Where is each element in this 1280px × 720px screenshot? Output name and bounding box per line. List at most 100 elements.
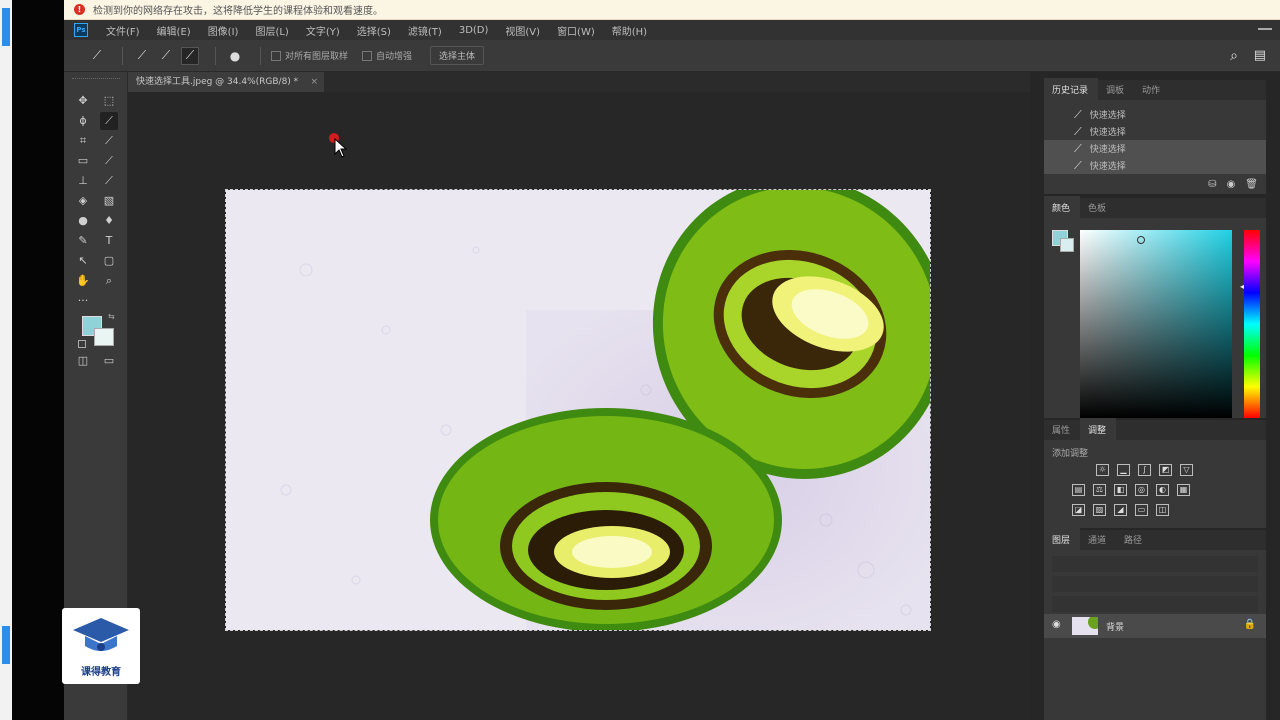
- lock-icon[interactable]: 🔒: [1244, 619, 1256, 630]
- lock-row[interactable]: [1052, 596, 1258, 612]
- search-icon[interactable]: ⌕: [1230, 48, 1238, 64]
- tab-history[interactable]: 历史记录: [1044, 78, 1099, 100]
- add-to-selection-icon[interactable]: ⟋: [157, 47, 175, 65]
- layer-filter-row[interactable]: [1052, 556, 1258, 572]
- selective-color-icon[interactable]: ◫: [1156, 504, 1169, 516]
- stamp-tool-icon[interactable]: ⊥: [74, 172, 92, 190]
- menu-edit[interactable]: 编辑(E): [157, 23, 191, 38]
- tab-presets[interactable]: 调板: [1098, 83, 1134, 100]
- pen-tool-icon[interactable]: ✎: [74, 232, 92, 250]
- tab-properties[interactable]: 属性: [1044, 423, 1080, 440]
- menu-view[interactable]: 视图(V): [505, 23, 540, 38]
- vibrance-icon[interactable]: ▽: [1180, 464, 1193, 476]
- menu-image[interactable]: 图像(I): [208, 23, 239, 38]
- brush-tool-icon[interactable]: ⟋: [100, 152, 118, 170]
- color-balance-icon[interactable]: ⚖: [1093, 484, 1106, 496]
- panel-grip[interactable]: [72, 78, 120, 84]
- exposure-icon[interactable]: ◩: [1159, 464, 1172, 476]
- new-document-from-state-icon[interactable]: ⛁: [1208, 179, 1216, 190]
- quick-selection-tool-icon[interactable]: ⟋: [100, 112, 118, 130]
- menu-help[interactable]: 帮助(H): [612, 23, 647, 38]
- more-tools-icon[interactable]: ···: [74, 292, 92, 310]
- hue-slider-handle[interactable]: ◂: [1240, 282, 1244, 291]
- menu-layer[interactable]: 图层(L): [255, 23, 288, 38]
- channel-mixer-icon[interactable]: ◐: [1156, 484, 1169, 496]
- tab-color[interactable]: 颜色: [1044, 196, 1081, 218]
- history-brush-tool-icon[interactable]: ⟋: [100, 172, 118, 190]
- background-color-chip[interactable]: [1060, 238, 1074, 252]
- workspace-icon[interactable]: ▤: [1254, 48, 1266, 63]
- history-step[interactable]: ⟋ 快速选择: [1044, 140, 1266, 157]
- eyedropper-tool-icon[interactable]: ⟋: [100, 132, 118, 150]
- menu-filter[interactable]: 滤镜(T): [408, 23, 442, 38]
- document-tab[interactable]: 快速选择工具.jpeg @ 34.4%(RGB/8) * ×: [128, 72, 324, 92]
- gradient-tool-icon[interactable]: ▧: [100, 192, 118, 210]
- tab-layers[interactable]: 图层: [1044, 528, 1081, 550]
- default-colors-icon[interactable]: [78, 340, 86, 348]
- snapshot-icon[interactable]: ◉: [1227, 179, 1236, 190]
- tab-swatches[interactable]: 色板: [1080, 201, 1116, 218]
- tab-adjustments[interactable]: 调整: [1080, 418, 1117, 440]
- hue-slider[interactable]: [1244, 230, 1260, 418]
- brush-size-icon[interactable]: ●: [226, 47, 244, 65]
- threshold-icon[interactable]: ◢: [1114, 504, 1127, 516]
- blur-tool-icon[interactable]: ●: [74, 212, 92, 230]
- subtract-from-selection-icon[interactable]: ⟋: [181, 46, 199, 65]
- menu-3d[interactable]: 3D(D): [459, 25, 489, 36]
- menu-type[interactable]: 文字(Y): [306, 23, 340, 38]
- color-picker-handle[interactable]: [1137, 236, 1145, 244]
- alert-icon: !: [74, 4, 85, 15]
- zoom-tool-icon[interactable]: ⌕: [100, 272, 118, 290]
- menu-window[interactable]: 窗口(W): [557, 23, 595, 38]
- blend-mode-row[interactable]: [1052, 576, 1258, 592]
- photo-filter-icon[interactable]: ◎: [1135, 484, 1148, 496]
- swap-colors-icon[interactable]: ⇆: [108, 312, 115, 321]
- gradient-map-icon[interactable]: ▭: [1135, 504, 1148, 516]
- tab-actions[interactable]: 动作: [1134, 83, 1170, 100]
- crop-tool-icon[interactable]: ⌗: [74, 132, 92, 150]
- saturation-brightness-field[interactable]: [1080, 230, 1232, 418]
- menu-file[interactable]: 文件(F): [106, 23, 140, 38]
- taskbar-highlight[interactable]: [2, 8, 10, 46]
- lasso-tool-icon[interactable]: ϕ: [74, 112, 92, 130]
- dodge-tool-icon[interactable]: ♦: [100, 212, 118, 230]
- marquee-tool-icon[interactable]: ⬚: [100, 92, 118, 110]
- visibility-eye-icon[interactable]: ◉: [1052, 619, 1061, 630]
- taskbar-highlight[interactable]: [2, 626, 10, 664]
- history-step[interactable]: ⟋ 快速选择: [1044, 157, 1266, 174]
- screen-mode-icon[interactable]: ▭: [100, 352, 118, 370]
- tab-paths[interactable]: 路径: [1116, 533, 1152, 550]
- trash-icon[interactable]: 🗑: [1245, 179, 1258, 190]
- black-white-icon[interactable]: ◧: [1114, 484, 1127, 496]
- color-lookup-icon[interactable]: ▦: [1177, 484, 1190, 496]
- sample-all-layers-checkbox[interactable]: [271, 50, 281, 61]
- layer-row[interactable]: ◉ 背景 🔒: [1044, 614, 1266, 638]
- close-icon[interactable]: ×: [310, 72, 318, 92]
- levels-icon[interactable]: ▁: [1117, 464, 1130, 476]
- frame-tool-icon[interactable]: ▭: [74, 152, 92, 170]
- path-selection-tool-icon[interactable]: ↖: [74, 252, 92, 270]
- desktop-left-strip: [0, 0, 12, 720]
- tab-channels[interactable]: 通道: [1080, 533, 1116, 550]
- curves-icon[interactable]: ∫: [1138, 464, 1151, 476]
- hand-tool-icon[interactable]: ✋: [74, 272, 92, 290]
- posterize-icon[interactable]: ▨: [1093, 504, 1106, 516]
- menu-select[interactable]: 选择(S): [357, 23, 391, 38]
- kiwi-photo-canvas[interactable]: [225, 189, 931, 631]
- canvas-area[interactable]: [128, 92, 1030, 720]
- history-step[interactable]: ⟋ 快速选择: [1044, 123, 1266, 140]
- select-subject-button[interactable]: 选择主体: [430, 46, 485, 65]
- eraser-tool-icon[interactable]: ◈: [74, 192, 92, 210]
- auto-enhance-checkbox[interactable]: [362, 50, 373, 61]
- hue-saturation-icon[interactable]: ▤: [1072, 484, 1085, 496]
- shape-tool-icon[interactable]: ▢: [100, 252, 118, 270]
- type-tool-icon[interactable]: T: [100, 232, 118, 250]
- move-tool-icon[interactable]: ✥: [74, 92, 92, 110]
- invert-icon[interactable]: ◪: [1072, 504, 1085, 516]
- quick-selection-preset-icon[interactable]: ⟋: [88, 47, 106, 65]
- quick-mask-icon[interactable]: ◫: [74, 352, 92, 370]
- history-step[interactable]: ⟋ 快速选择: [1044, 106, 1266, 123]
- new-selection-icon[interactable]: ⟋: [133, 47, 151, 65]
- brightness-contrast-icon[interactable]: ☼: [1096, 464, 1109, 476]
- background-color-swatch[interactable]: [94, 328, 114, 346]
